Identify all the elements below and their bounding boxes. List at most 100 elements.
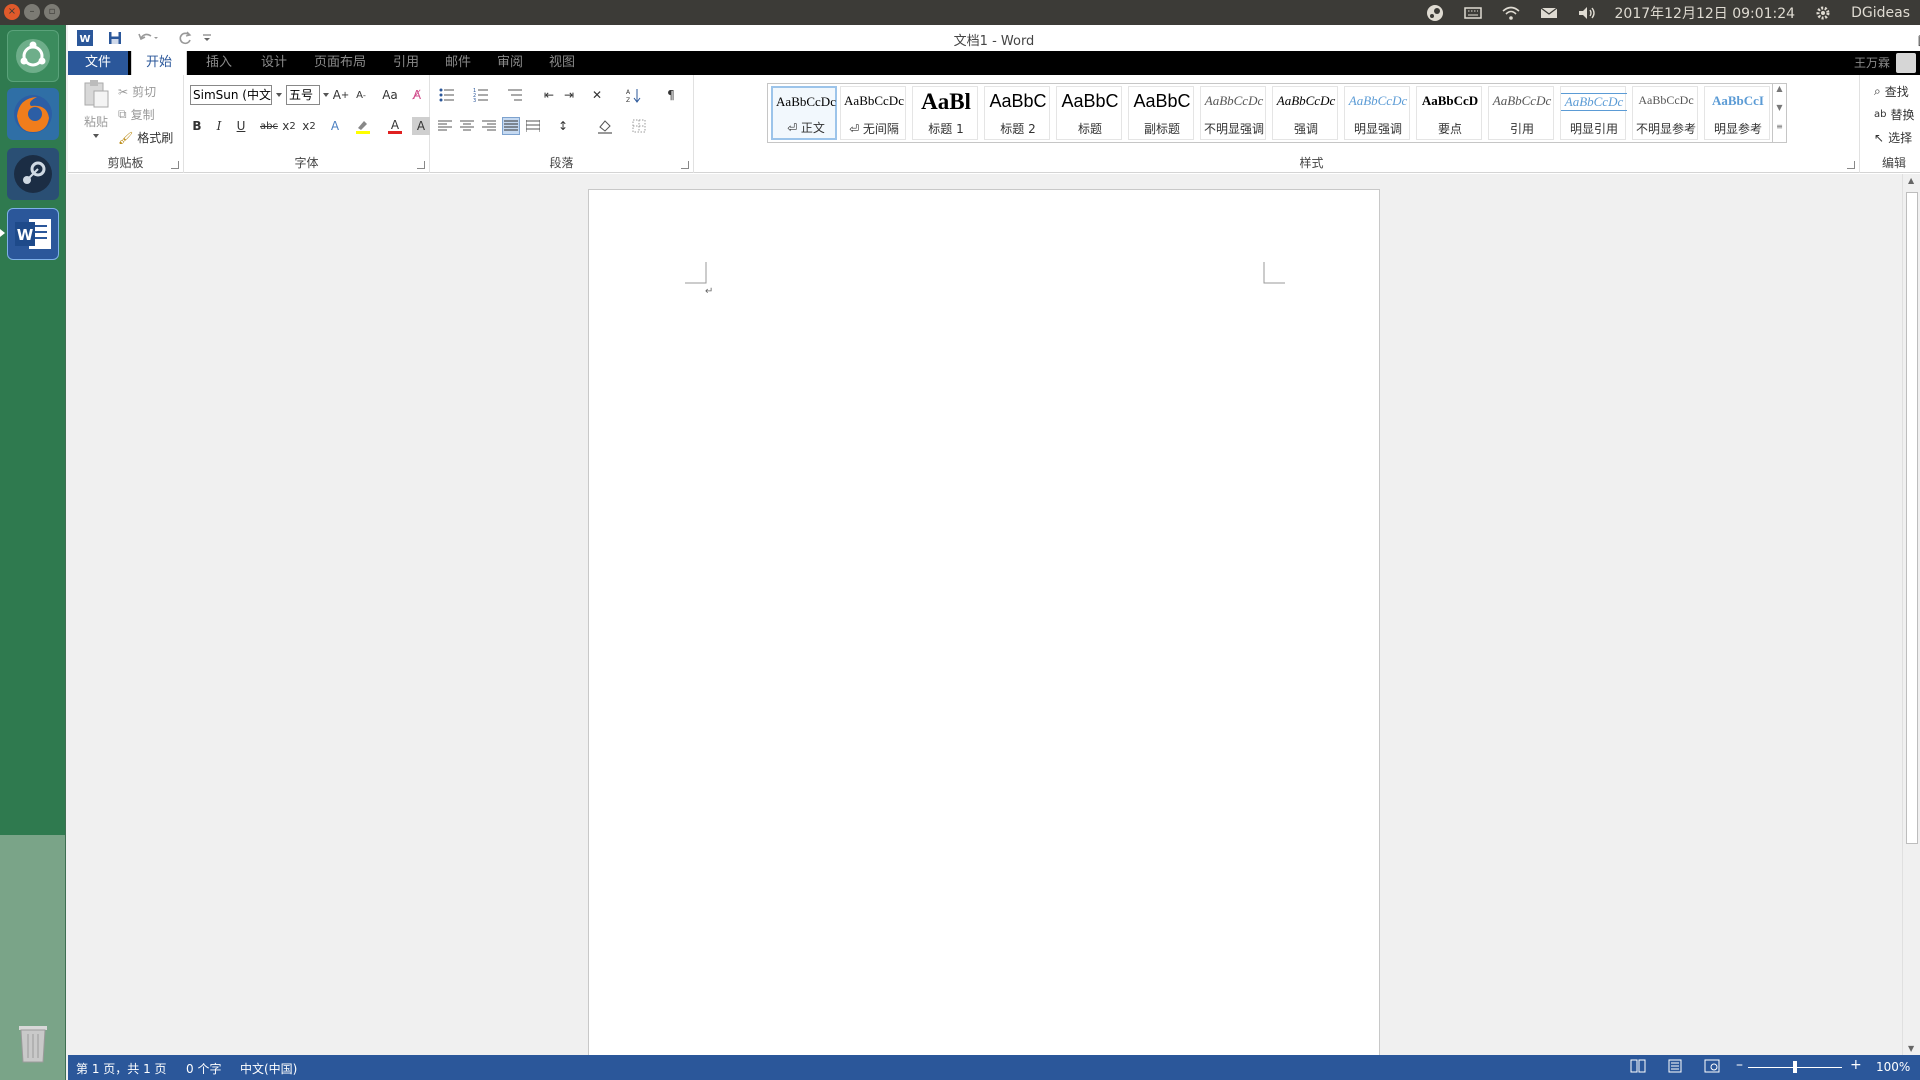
read-mode-icon[interactable] bbox=[1630, 1059, 1646, 1076]
font-size-select[interactable]: 五号 bbox=[286, 85, 320, 105]
language-indicator[interactable]: 中文(中国) bbox=[240, 1060, 297, 1077]
tab-view[interactable]: 视图 bbox=[536, 51, 588, 75]
styles-gallery-scroll[interactable]: ▲ ▼ ≡ bbox=[1772, 84, 1786, 142]
tab-file[interactable]: 文件 bbox=[68, 51, 128, 75]
align-right-icon[interactable] bbox=[480, 117, 498, 135]
increase-indent-icon[interactable]: ⇥ bbox=[560, 86, 578, 104]
superscript-icon[interactable]: x2 bbox=[300, 117, 318, 135]
subscript-icon[interactable]: x2 bbox=[280, 117, 298, 135]
font-size-dropdown-arrow[interactable] bbox=[323, 93, 329, 97]
style-no-spacing[interactable]: AaBbCcDc ⏎ 无间隔 bbox=[840, 86, 906, 140]
avatar[interactable] bbox=[1896, 53, 1916, 73]
highlight-color-icon[interactable] bbox=[354, 117, 372, 135]
style-title[interactable]: AaBbC 标题 bbox=[1056, 86, 1122, 140]
decrease-indent-icon[interactable]: ⇤ bbox=[540, 86, 558, 104]
replace-button[interactable]: ab 替换 bbox=[1874, 106, 1915, 123]
gallery-down-icon[interactable]: ▼ bbox=[1773, 103, 1786, 122]
style-strong[interactable]: AaBbCcD 要点 bbox=[1416, 86, 1482, 140]
zoom-slider-thumb[interactable] bbox=[1793, 1061, 1797, 1073]
zoom-out-icon[interactable]: – bbox=[1736, 1057, 1743, 1073]
gallery-more-icon[interactable]: ≡ bbox=[1773, 122, 1786, 141]
style-heading-2[interactable]: AaBbC 标题 2 bbox=[984, 86, 1050, 140]
scroll-down-icon[interactable]: ▼ bbox=[1908, 1044, 1914, 1053]
cut-button[interactable]: ✂ 剪切 bbox=[118, 83, 156, 100]
word-app-icon[interactable]: W bbox=[7, 208, 59, 260]
session-user[interactable]: DGideas bbox=[1851, 5, 1910, 21]
show-hide-marks-icon[interactable]: ¶ bbox=[662, 86, 680, 104]
align-center-icon[interactable] bbox=[458, 117, 476, 135]
steam-tray-icon[interactable] bbox=[1425, 3, 1445, 23]
style-subtitle[interactable]: AaBbC 副标题 bbox=[1128, 86, 1194, 140]
numbering-icon[interactable]: 123 bbox=[472, 86, 490, 104]
page-count[interactable]: 第 1 页，共 1 页 bbox=[76, 1060, 167, 1077]
style-intense-quote[interactable]: AaBbCcDc 明显引用 bbox=[1560, 86, 1627, 140]
style-quote[interactable]: AaBbCcDc 引用 bbox=[1488, 86, 1554, 140]
character-shading-icon[interactable]: A bbox=[412, 117, 430, 135]
tab-review[interactable]: 审阅 bbox=[484, 51, 536, 75]
styles-dialog-launcher[interactable] bbox=[1847, 161, 1855, 169]
print-layout-icon[interactable] bbox=[1668, 1059, 1682, 1076]
underline-icon[interactable]: U bbox=[232, 117, 250, 135]
font-name-select[interactable]: SimSun (中文 bbox=[190, 85, 272, 105]
scroll-up-icon[interactable]: ▲ bbox=[1908, 176, 1914, 185]
style-subtle-emphasis[interactable]: AaBbCcDc 不明显强调 bbox=[1200, 86, 1266, 140]
volume-icon[interactable] bbox=[1577, 3, 1597, 23]
style-intense-emphasis[interactable]: AaBbCcDc 明显强调 bbox=[1344, 86, 1410, 140]
paste-button[interactable]: 粘贴 bbox=[76, 79, 116, 138]
bold-icon[interactable]: B bbox=[188, 117, 206, 135]
asian-layout-icon[interactable]: ✕ bbox=[588, 86, 606, 104]
trash-icon[interactable] bbox=[7, 1015, 59, 1067]
italic-icon[interactable]: I bbox=[210, 117, 228, 135]
tab-design[interactable]: 设计 bbox=[248, 51, 300, 75]
shading-icon[interactable] bbox=[596, 117, 614, 135]
keyboard-icon[interactable] bbox=[1463, 3, 1483, 23]
gear-icon[interactable] bbox=[1813, 3, 1833, 23]
format-painter-button[interactable]: 🖌 格式刷 bbox=[118, 129, 173, 146]
distributed-icon[interactable] bbox=[524, 117, 542, 135]
font-color-icon[interactable]: A bbox=[386, 117, 404, 135]
borders-icon[interactable] bbox=[630, 117, 648, 135]
tab-mailings[interactable]: 邮件 bbox=[432, 51, 484, 75]
multilevel-list-icon[interactable] bbox=[506, 86, 524, 104]
gallery-up-icon[interactable]: ▲ bbox=[1773, 84, 1786, 103]
tab-page-layout[interactable]: 页面布局 bbox=[300, 51, 380, 75]
minimize-window-button[interactable]: – bbox=[24, 4, 40, 20]
firefox-icon[interactable] bbox=[7, 88, 59, 140]
close-icon[interactable]: ✕ bbox=[1914, 32, 1920, 52]
document-page[interactable]: ↵ bbox=[588, 189, 1380, 1069]
style-heading-1[interactable]: AaBl 标题 1 bbox=[912, 86, 978, 140]
style-intense-reference[interactable]: AaBbCcI 明显参考 bbox=[1704, 86, 1770, 140]
style-subtle-reference[interactable]: AaBbCcDc 不明显参考 bbox=[1632, 86, 1698, 140]
scrollbar-thumb[interactable] bbox=[1906, 192, 1918, 844]
font-name-dropdown-arrow[interactable] bbox=[276, 93, 282, 97]
select-button[interactable]: ↖ 选择 bbox=[1874, 129, 1912, 146]
clock[interactable]: 2017年12月12日 09:01:24 bbox=[1615, 3, 1796, 23]
clear-formatting-icon[interactable]: A̸ bbox=[408, 86, 426, 104]
sort-icon[interactable]: AZ bbox=[624, 86, 642, 104]
tab-insert[interactable]: 插入 bbox=[193, 51, 245, 75]
justify-icon[interactable] bbox=[502, 117, 520, 135]
steam-icon[interactable] bbox=[7, 148, 59, 200]
wifi-icon[interactable] bbox=[1501, 3, 1521, 23]
style-emphasis[interactable]: AaBbCcDc 强调 bbox=[1272, 86, 1338, 140]
strikethrough-icon[interactable]: abc bbox=[260, 117, 278, 135]
bullets-icon[interactable] bbox=[438, 86, 456, 104]
grow-font-icon[interactable]: A + bbox=[332, 86, 350, 104]
clipboard-dialog-launcher[interactable] bbox=[171, 161, 179, 169]
paragraph-dialog-launcher[interactable] bbox=[681, 161, 689, 169]
ubuntu-dash-icon[interactable] bbox=[7, 30, 59, 82]
change-case-icon[interactable]: Aa bbox=[378, 86, 402, 104]
zoom-level[interactable]: 100% bbox=[1876, 1060, 1910, 1074]
zoom-in-icon[interactable]: + bbox=[1850, 1057, 1862, 1073]
tab-references[interactable]: 引用 bbox=[380, 51, 432, 75]
maximize-window-button[interactable]: ▫ bbox=[44, 4, 60, 20]
word-count[interactable]: 0 个字 bbox=[186, 1060, 221, 1077]
vertical-scrollbar[interactable]: ▲ ▼ bbox=[1902, 174, 1920, 1055]
text-effects-icon[interactable]: A bbox=[326, 117, 344, 135]
close-window-button[interactable]: × bbox=[4, 4, 20, 20]
style-normal[interactable]: AaBbCcDc ⏎ 正文 bbox=[771, 86, 837, 140]
find-button[interactable]: ⌕ 查找 bbox=[1874, 83, 1909, 100]
document-canvas[interactable]: ↵ bbox=[68, 174, 1902, 1069]
font-dialog-launcher[interactable] bbox=[417, 161, 425, 169]
copy-button[interactable]: ⧉ 复制 bbox=[118, 106, 155, 123]
